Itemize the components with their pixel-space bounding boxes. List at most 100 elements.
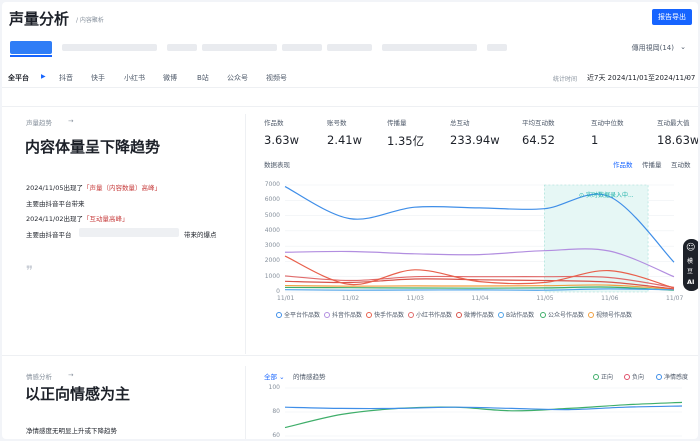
tab-bilibili[interactable]: B站 [197,73,209,83]
widget-text: 模 [687,258,694,265]
series-line [284,405,683,411]
insight-text: 主要由抖音平台 [26,231,72,239]
stat-value: 1 [591,133,599,147]
legend-item[interactable]: 微博作品数 [456,310,494,319]
tab-all[interactable]: 全平台 [8,73,29,83]
stat-label: 总互动 [450,119,470,127]
x-tick-label: 11/01 [277,295,295,302]
live-badge-text: 实时数据录入中... [585,192,634,199]
arrow-right-icon[interactable]: → [68,117,73,125]
insight-line: 净情感度无明显上升或下降趋势 [26,427,117,435]
section-tag: 声量趋势 [26,119,52,127]
series-line [284,255,675,289]
tab-kuaishou[interactable]: 快手 [91,73,105,83]
legend-item[interactable]: 小红书作品数 [408,310,452,319]
legend-dot-icon [656,374,662,380]
arrow-right-icon[interactable]: → [68,371,73,379]
legend-item[interactable]: 快手作品数 [366,310,404,319]
legend-label: 公众号作品数 [548,312,585,319]
legend-item[interactable]: 公众号作品数 [540,310,584,319]
date-label: 统计时间 [553,76,578,83]
account-select[interactable]: 傳用視岡(14) [632,43,674,53]
account-chip[interactable] [202,44,277,51]
metric-tab-interaction[interactable]: 互动数 [671,159,691,169]
account-chip[interactable] [282,44,322,51]
series-line [284,401,683,429]
robot-icon: ☺ [686,243,696,253]
ai-assistant-widget[interactable]: ☺ 模 豆 AI [683,239,698,291]
y-tick-label: 6000 [264,196,280,204]
account-chip[interactable] [62,44,157,51]
legend-dot-icon [408,312,414,318]
insight-highlight: 「声量（内容数量）高峰」 [82,184,161,192]
y-tick-label: 2000 [264,257,280,265]
legend-item[interactable]: 全平台作品数 [276,310,320,319]
account-chip[interactable] [327,44,372,51]
quote-icon: ❞ [26,264,33,279]
y-tick-label: 1000 [264,272,280,280]
legend-label: 抖音作品数 [332,312,363,319]
series-line [284,278,675,290]
vertical-divider [245,114,246,354]
y-tick-label: 0 [276,288,280,295]
y-tick-label: 7000 [264,181,280,188]
section-headline: 内容体量呈下降趋势 [25,138,161,156]
section-headline: 以正向情感为主 [25,385,131,403]
legend-label: 微博作品数 [464,312,495,319]
tab-weibo[interactable]: 微博 [163,73,177,83]
legend-dot-icon [324,312,330,318]
metric-tab-spread[interactable]: 传播量 [642,159,662,169]
account-chip-active[interactable] [10,41,52,57]
stat-value: 18.63w [657,133,698,147]
stat-label: 账号数 [327,119,347,127]
stat-label: 互动最大值 [657,119,690,127]
legend-negative: 负向 [624,372,644,381]
section-divider [2,355,698,356]
chevron-down-icon[interactable]: ⌄ [680,43,686,51]
date-range-picker[interactable]: 近7天 2024/11/01至2024/11/07 [587,73,695,83]
insight-text: 2024/11/05出现了 [26,184,83,192]
widget-text: AI [687,278,695,286]
insight-text: 2024/11/02出现了 [26,215,83,223]
stat-value: 1.35亿 [387,134,425,148]
insight-line: 主要由抖音平台带来 [26,198,85,208]
legend-dot-icon [276,312,282,318]
account-chip[interactable] [167,44,197,51]
x-tick-label: 11/05 [536,295,554,302]
insight-highlight: 「互动量高峰」 [82,215,129,223]
legend-label: 负向 [632,374,645,381]
account-chip[interactable] [382,44,477,51]
insight-text: 主要由抖音平台带来 [26,200,85,208]
legend-dot-icon [624,374,630,380]
tab-douyin[interactable]: 抖音 [59,73,73,83]
section-tag: 情感分析 [26,373,52,381]
legend-label: B站作品数 [506,312,535,319]
legend-item[interactable]: 抖音作品数 [324,310,362,319]
emotion-filter-select[interactable]: 全部 ⌄ [264,371,285,381]
legend-net: 净情感度 [656,372,688,381]
legend-dot-icon [498,312,504,318]
platform-tabs: 全平台 ▶ 抖音 快手 小红书 微博 B站 公众号 视频号 统计时间 近7天 2… [2,68,698,88]
export-report-button[interactable]: 报告导出 [652,9,692,25]
insight-line: 2024/11/02出现了「互动量高峰」 [26,213,128,223]
emotion-chart-title: 的情感趋势 [293,373,326,381]
y-tick-label: 4000 [264,226,280,234]
legend-label: 正向 [601,374,614,381]
section-divider [2,106,698,107]
tab-xiaohongshu[interactable]: 小红书 [124,73,145,83]
account-chip[interactable] [487,44,507,51]
legend-item[interactable]: 视频号作品数 [588,310,632,319]
live-data-band [544,184,649,293]
legend-label: 视频号作品数 [596,312,633,319]
y-tick-label: 3000 [264,242,280,250]
tab-official-account[interactable]: 公众号 [227,73,248,83]
tab-channels[interactable]: 视频号 [266,73,287,83]
legend-item[interactable]: B站作品数 [498,310,534,319]
y-tick-label: 5000 [264,211,280,219]
chevron-down-icon[interactable]: ⌄ [684,73,690,81]
x-tick-label: 11/07 [666,295,684,302]
metric-tab-works[interactable]: 作品数 [613,159,633,169]
insight-line: 主要由抖音平台 [26,229,72,239]
insight-text: 带来的爆点 [184,231,217,239]
live-data-badge: ⊙ 实时数据录入中... [579,192,634,199]
